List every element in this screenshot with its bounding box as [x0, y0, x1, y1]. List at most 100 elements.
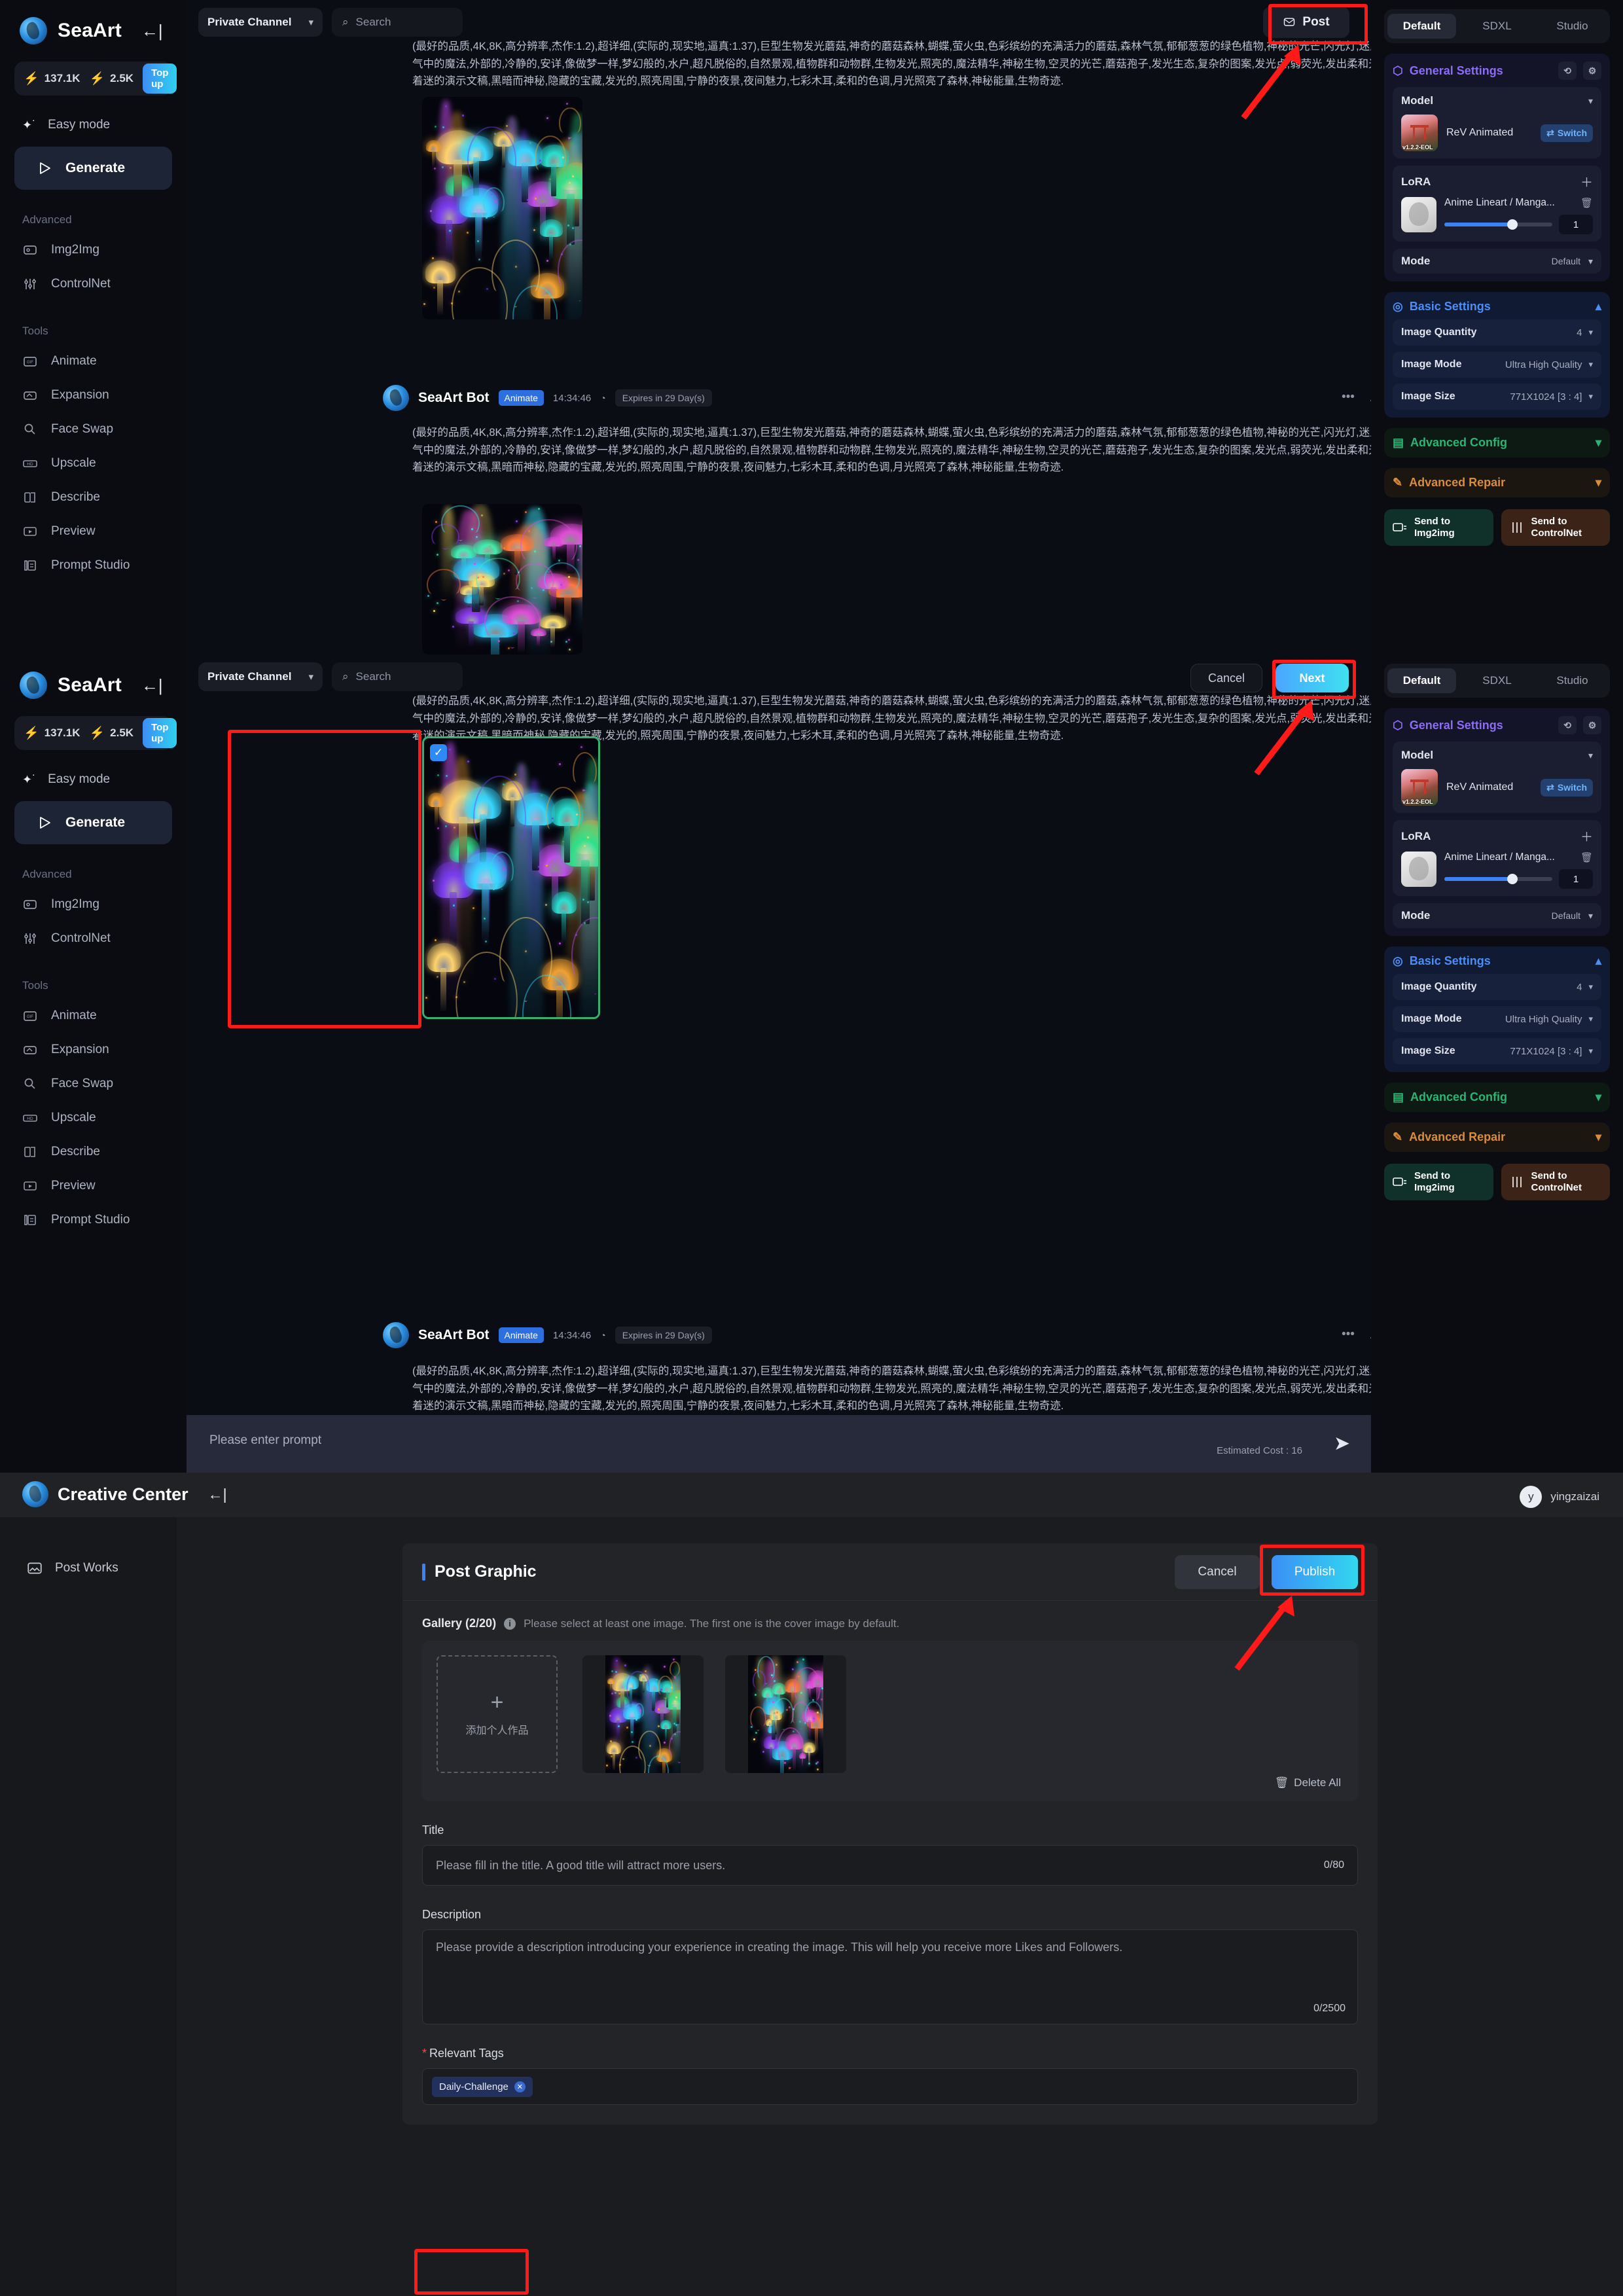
trash-icon[interactable]: 🗑 [1580, 197, 1593, 209]
sidebar-item-upscale[interactable]: HD Upscale [0, 1101, 187, 1135]
sidebar-item-prompt-studio[interactable]: Prompt Studio [0, 548, 187, 583]
advanced-config-section[interactable]: ▤ Advanced Config ▾ [1384, 1083, 1610, 1112]
sidebar-item-controlnet[interactable]: ControlNet [0, 267, 187, 301]
sidebar-item-post-works[interactable]: Post Works [0, 1551, 177, 1585]
easy-mode-item[interactable]: ✦˙ Easy mode [22, 772, 187, 787]
tab-sdxl[interactable]: SDXL [1463, 14, 1531, 39]
tab-sdxl[interactable]: SDXL [1463, 668, 1531, 693]
basic-settings-header[interactable]: ◎ Basic Settings ▴ [1393, 954, 1601, 968]
image-mode-row[interactable]: Image Mode Ultra High Quality ▾ [1393, 351, 1601, 378]
tab-default[interactable]: Default [1387, 668, 1456, 693]
image-mode-row[interactable]: Image Mode Ultra High Quality ▾ [1393, 1006, 1601, 1032]
creative-center-brand[interactable]: Creative Center ←| [0, 1473, 1623, 1507]
tab-default[interactable]: Default [1387, 14, 1456, 39]
general-settings-header[interactable]: ⬡ General Settings ⟲ ⚙ [1393, 716, 1601, 734]
top-up-button[interactable]: Top up [143, 718, 177, 748]
tags-input[interactable]: Daily-Challenge ✕ [422, 2068, 1358, 2105]
easy-mode-item[interactable]: ✦˙ Easy mode [22, 118, 187, 132]
send-to-controlnet-button[interactable]: Send to ControlNet [1501, 1164, 1610, 1200]
lora-weight-value[interactable]: 1 [1559, 869, 1593, 889]
gallery-thumbnail-2[interactable] [725, 1655, 846, 1773]
image-quantity-row[interactable]: Image Quantity 4 ▾ [1393, 974, 1601, 1000]
selection-checkbox[interactable]: ✓ [430, 744, 447, 761]
lora-weight-slider[interactable] [1444, 219, 1552, 230]
sidebar-item-img2img[interactable]: Img2Img [0, 233, 187, 267]
mode-box[interactable]: Mode Default ▾ [1393, 249, 1601, 274]
preview-icon [24, 527, 37, 536]
user-menu[interactable]: y yingzaizai [1520, 1486, 1599, 1508]
brand[interactable]: SeaArt ←| [0, 655, 187, 699]
sidebar-item-expansion[interactable]: Expansion [0, 1033, 187, 1067]
image-size-row[interactable]: Image Size 771X1024 [3 : 4] ▾ [1393, 384, 1601, 410]
creative-center-sidebar: Post Works [0, 1517, 177, 2296]
model-selected[interactable]: v1.2.2-EOL ReV Animated ⇄ Switch [1401, 769, 1593, 806]
sidebar-item-expansion[interactable]: Expansion [0, 378, 187, 412]
gallery-thumbnail-1[interactable] [582, 1655, 704, 1773]
brand[interactable]: SeaArt ←| [0, 0, 187, 45]
model-row-label[interactable]: Model ▾ [1401, 94, 1593, 107]
sidebar-item-img2img[interactable]: Img2Img [0, 888, 187, 922]
model-row-label[interactable]: Model ▾ [1401, 749, 1593, 762]
plus-icon[interactable]: ＋ [1580, 827, 1593, 845]
sidebar-item-generate[interactable]: Generate [14, 801, 172, 844]
sidebar-item-face-swap[interactable]: Face Swap [0, 412, 187, 446]
sidebar-item-prompt-studio[interactable]: Prompt Studio [0, 1203, 187, 1237]
send-icon[interactable]: ➤ [1334, 1432, 1350, 1455]
send-to-controlnet-button[interactable]: Send to ControlNet [1501, 509, 1610, 546]
sidebar-item-preview[interactable]: Preview [0, 1169, 187, 1203]
info-icon[interactable]: i [504, 1617, 516, 1630]
sidebar-item-describe[interactable]: Describe [0, 480, 187, 514]
prompt-input-bar[interactable]: Please enter prompt Estimated Cost : 16 … [187, 1415, 1371, 1473]
cancel-button[interactable]: Cancel [1175, 1554, 1260, 1589]
collapse-sidebar-icon[interactable]: ←| [141, 677, 163, 694]
publish-button[interactable]: Publish [1272, 1554, 1358, 1589]
advanced-repair-section[interactable]: ✎ Advanced Repair ▾ [1384, 468, 1610, 497]
sidebar-item-upscale[interactable]: HD Upscale [0, 446, 187, 480]
sidebar-item-describe[interactable]: Describe [0, 1135, 187, 1169]
more-options-icon[interactable]: ••• [1342, 1327, 1355, 1342]
plus-icon[interactable]: ＋ [1580, 173, 1593, 190]
title-field[interactable]: Please fill in the title. A good title w… [422, 1845, 1358, 1886]
sidebar-item-animate[interactable]: GIF Animate [0, 344, 187, 378]
advanced-repair-section[interactable]: ✎ Advanced Repair ▾ [1384, 1122, 1610, 1152]
gear-icon[interactable]: ⚙ [1583, 716, 1601, 734]
sidebar-item-face-swap[interactable]: Face Swap [0, 1067, 187, 1101]
model-selected[interactable]: v1.2.2-EOL ReV Animated ⇄ Switch [1401, 115, 1593, 151]
tab-studio[interactable]: Studio [1538, 14, 1607, 39]
lora-weight-slider[interactable] [1444, 874, 1552, 884]
lora-weight-value[interactable]: 1 [1559, 215, 1593, 234]
mode-box[interactable]: Mode Default ▾ [1393, 903, 1601, 928]
more-options-icon[interactable]: ••• [1342, 390, 1355, 404]
sidebar-item-preview[interactable]: Preview [0, 514, 187, 548]
close-icon[interactable]: ✕ [514, 2081, 526, 2092]
generated-image-selected-1[interactable]: ✓ [422, 736, 600, 1019]
switch-model-button[interactable]: ⇄ Switch [1541, 124, 1593, 142]
switch-model-button[interactable]: ⇄ Switch [1541, 778, 1593, 797]
sidebar-item-controlnet[interactable]: ControlNet [0, 922, 187, 956]
chevron-up-icon[interactable]: ▴ [1596, 300, 1601, 314]
generated-image-thumbnail-2[interactable] [422, 504, 582, 655]
general-settings-header[interactable]: ⬡ General Settings ⟲ ⚙ [1393, 62, 1601, 80]
collapse-sidebar-icon[interactable]: ←| [141, 22, 163, 39]
reset-icon[interactable]: ⟲ [1558, 716, 1577, 734]
image-size-row[interactable]: Image Size 771X1024 [3 : 4] ▾ [1393, 1038, 1601, 1064]
add-work-button[interactable]: + 添加个人作品 [437, 1655, 558, 1773]
sidebar-item-animate[interactable]: GIF Animate [0, 999, 187, 1033]
gear-icon[interactable]: ⚙ [1583, 62, 1601, 80]
collapse-sidebar-icon[interactable]: ←| [208, 1486, 227, 1503]
image-quantity-row[interactable]: Image Quantity 4 ▾ [1393, 319, 1601, 346]
send-to-img2img-button[interactable]: Send to Img2img [1384, 509, 1493, 546]
generated-image-thumbnail[interactable] [422, 97, 582, 319]
sidebar-item-generate[interactable]: Generate [14, 147, 172, 190]
reset-icon[interactable]: ⟲ [1558, 62, 1577, 80]
advanced-config-section[interactable]: ▤ Advanced Config ▾ [1384, 428, 1610, 457]
send-to-img2img-button[interactable]: Send to Img2img [1384, 1164, 1493, 1200]
trash-icon[interactable]: 🗑 [1580, 852, 1593, 863]
top-up-button[interactable]: Top up [143, 63, 177, 94]
delete-all-button[interactable]: 🗑 Delete All [1275, 1776, 1341, 1789]
tag-chip[interactable]: Daily-Challenge ✕ [432, 2076, 533, 2097]
description-field[interactable]: Please provide a description introducing… [422, 1929, 1358, 2024]
basic-settings-header[interactable]: ◎ Basic Settings ▴ [1393, 300, 1601, 314]
chevron-up-icon[interactable]: ▴ [1596, 954, 1601, 968]
tab-studio[interactable]: Studio [1538, 668, 1607, 693]
